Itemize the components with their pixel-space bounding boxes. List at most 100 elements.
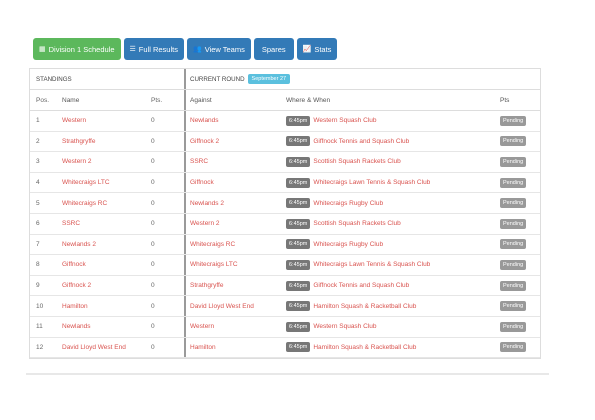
row-pos: 1 [36,117,40,125]
opponent-link[interactable]: Whitecraigs LTC [186,261,286,268]
row-pts-value: 0 [151,117,155,125]
venue-link[interactable]: Whitecraigs Rugby Club [313,241,383,248]
result-cell: Pending [500,218,540,229]
current-round-header: CURRENT ROUND September 27 [186,69,540,89]
venue-link[interactable]: Hamilton Squash & Racketball Club [313,344,416,351]
opponent-link[interactable]: Hamilton [186,344,286,351]
pending-badge: Pending [500,280,527,291]
opponent-link[interactable]: Giffnock 2 [186,138,286,145]
team-name-link[interactable]: David Lloyd West End [62,344,151,351]
current-round-title: CURRENT ROUND [190,75,245,83]
team-name-link[interactable]: SSRC [62,220,151,227]
standings-panel: STANDINGS CURRENT ROUND September 27 Pos… [29,68,541,360]
result-cell: Pending [500,280,540,291]
where-when: 6:45pm Hamilton Squash & Racketball Club [286,342,500,353]
result-cell: Pending [500,239,540,250]
view-teams-button[interactable]: 👥 View Teams [186,38,251,60]
result-cell: Pending [500,198,540,209]
pending-badge: Pending [500,301,527,312]
row-pos: 8 [36,261,40,269]
row-pts: 0 [151,131,186,152]
venue-link[interactable]: Western Squash Club [313,323,376,330]
venue-link[interactable]: Whitecraigs Rugby Club [313,200,383,207]
pending-badge: Pending [500,321,527,332]
venue-link[interactable]: Scottish Squash Rackets Club [313,220,400,227]
table-row: 1 Western 0 Newlands 6:45pm Western Squash Cl… [30,111,540,132]
venue-link[interactable]: Scottish Squash Rackets Club [313,158,400,165]
opponent-link[interactable]: David Lloyd West End [186,303,286,310]
opponent-link[interactable]: Strathgryffe [186,282,286,289]
result-cell: Pending [500,136,540,147]
chart-icon: 📈 [302,46,312,53]
result-cell: Pending [500,156,540,167]
row-pts-value: 0 [151,282,155,290]
row-pts: 0 [151,234,186,255]
opponent-link[interactable]: SSRC [186,158,286,165]
pending-badge: Pending [500,115,527,126]
venue-link[interactable]: Hamilton Squash & Racketball Club [313,303,416,310]
team-name-link[interactable]: Western 2 [62,158,151,165]
table-header-row: Pos. Name Pts. Against Where & When Pts [30,90,540,111]
opponent-link[interactable]: Newlands [186,117,286,124]
team-name-link[interactable]: Western [62,117,151,124]
team-name-link[interactable]: Hamilton [62,303,151,310]
row-pts: 0 [151,172,186,193]
result-cell: Pending [500,321,540,332]
row-pts: 0 [151,275,186,296]
opponent-link[interactable]: Whitecraigs RC [186,241,286,248]
row-pts-value: 0 [151,199,155,207]
team-name-link[interactable]: Whitecraigs RC [62,200,151,207]
venue-link[interactable]: Whitecraigs Lawn Tennis & Squash Club [313,179,430,186]
division-schedule-button[interactable]: ▦ Division 1 Schedule [33,38,121,60]
team-name-link[interactable]: Whitecraigs LTC [62,179,151,186]
header-name: Name [62,96,80,104]
where-when: 6:45pm Western Squash Club [286,321,500,332]
row-pts: 0 [151,296,186,316]
table-row: 6 SSRC 0 Western 2 6:45pm Scottish Squash Rac… [30,213,540,235]
time-badge: 6:45pm [286,136,311,147]
row-pts: 0 [151,213,186,234]
row-pts-value: 0 [151,323,155,331]
pending-badge: Pending [500,156,527,167]
row-pos: 11 [36,323,43,331]
team-name-link[interactable]: Strathgryffe [62,138,151,145]
row-pts: 0 [151,111,186,131]
pending-badge: Pending [500,239,527,250]
team-name-link[interactable]: Giffnock 2 [62,282,151,289]
spares-button[interactable]: Spares [253,38,294,60]
where-when: 6:45pm Hamilton Squash & Racketball Club [286,301,500,312]
row-pts: 0 [151,316,186,337]
venue-link[interactable]: Whitecraigs Lawn Tennis & Squash Club [313,261,430,268]
team-name-link[interactable]: Giffnock [62,261,151,268]
division-schedule-label: Division 1 Schedule [48,44,115,54]
row-pts-value: 0 [151,137,155,145]
stats-button[interactable]: 📈 Stats [296,38,338,60]
venue-link[interactable]: Giffnock Tennis and Squash Club [313,138,409,145]
table-body: 1 Western 0 Newlands 6:45pm Western Squash Cl… [30,111,540,359]
row-pos: 3 [36,158,40,166]
where-when: 6:45pm Whitecraigs Lawn Tennis & Squash C… [286,259,500,270]
table-row: 8 Giffnock 0 Whitecraigs LTC 6:45pm Whitecrai… [30,255,540,276]
time-badge: 6:45pm [286,259,311,270]
opponent-link[interactable]: Western 2 [186,220,286,227]
time-badge: 6:45pm [286,218,311,229]
spares-label: Spares [261,44,286,54]
opponent-link[interactable]: Western [186,323,286,330]
time-badge: 6:45pm [286,177,311,188]
opponent-link[interactable]: Giffnock [186,179,286,186]
row-pts: 0 [151,337,186,358]
where-when: 6:45pm Western Squash Club [286,115,500,126]
pending-badge: Pending [500,218,527,229]
venue-link[interactable]: Western Squash Club [313,117,376,124]
opponent-link[interactable]: Newlands 2 [186,200,286,207]
team-name-link[interactable]: Newlands [62,323,151,330]
full-results-button[interactable]: ☰ Full Results [123,38,184,60]
header-pos: Pos. [36,96,50,104]
pending-badge: Pending [500,259,527,270]
where-when: 6:45pm Whitecraigs Rugby Club [286,198,500,209]
team-name-link[interactable]: Newlands 2 [62,241,151,248]
row-pos: 9 [36,282,40,290]
row-pts-value: 0 [151,261,155,269]
venue-link[interactable]: Giffnock Tennis and Squash Club [313,282,409,289]
row-pts: 0 [151,152,186,172]
